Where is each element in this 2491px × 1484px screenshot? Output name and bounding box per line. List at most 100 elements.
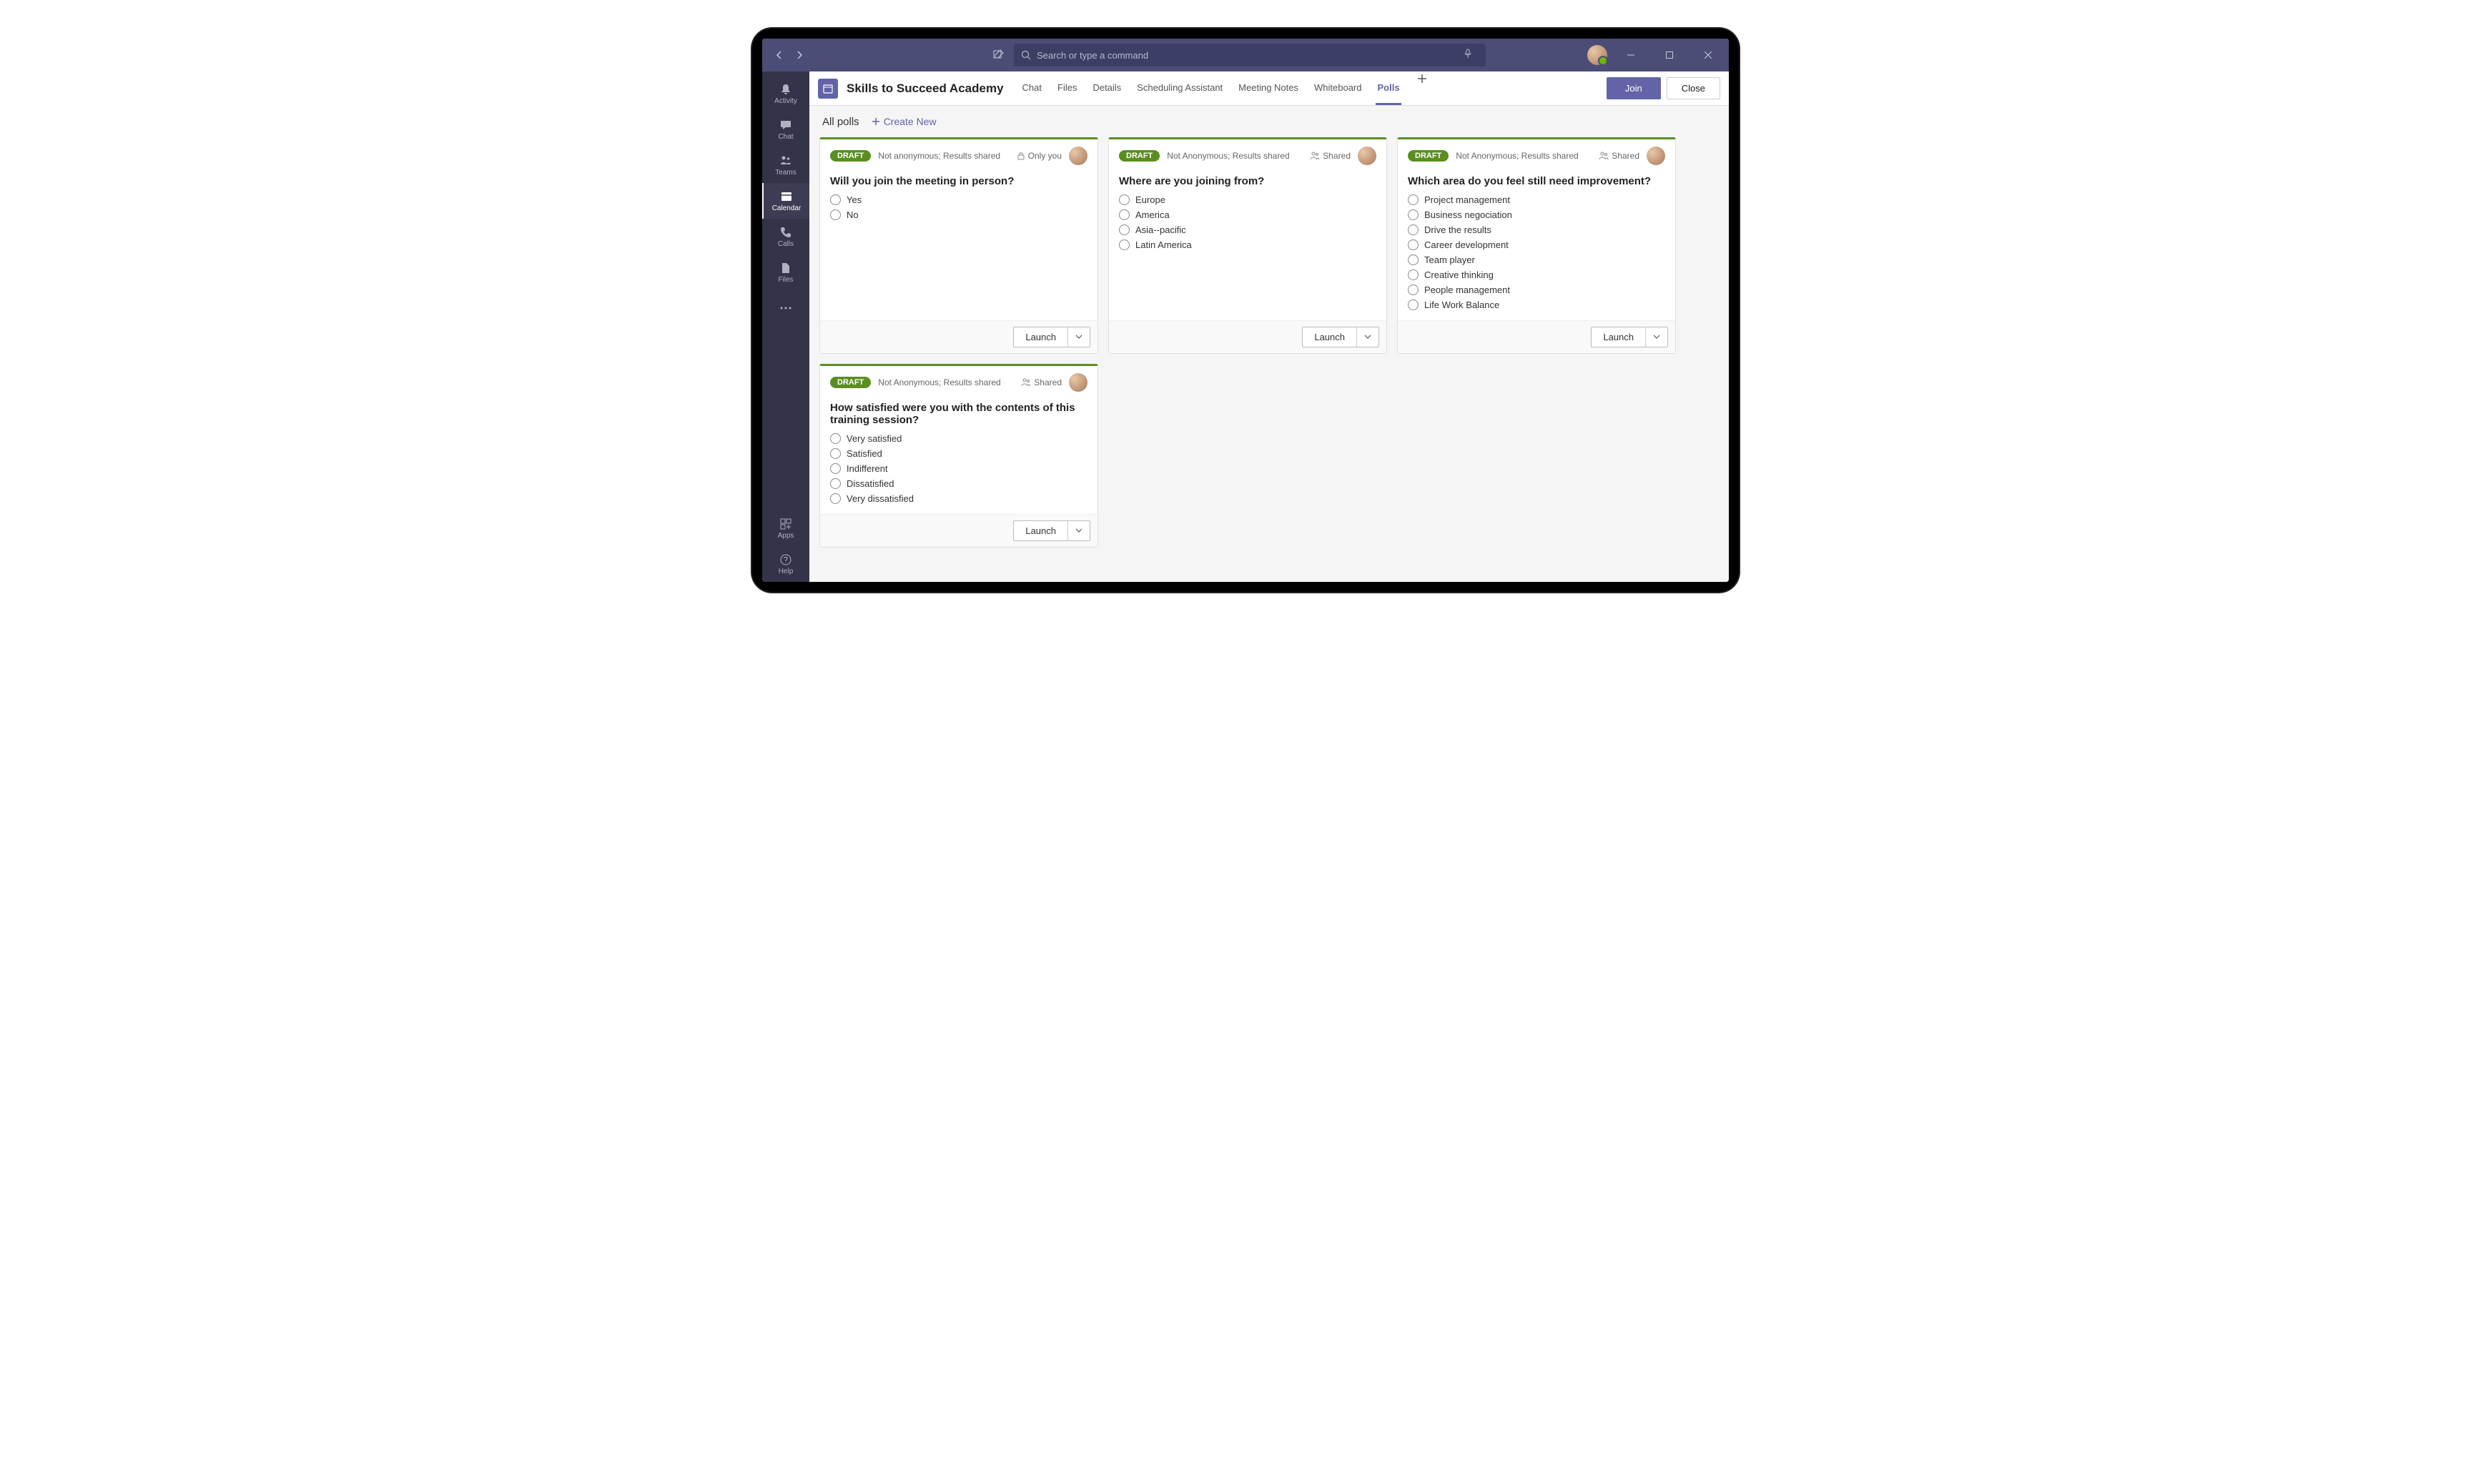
share-info: Shared [1021,377,1062,387]
poll-option[interactable]: America [1119,209,1376,220]
poll-option[interactable]: Career development [1408,239,1665,250]
tab-chat[interactable]: Chat [1021,72,1043,105]
tab-files[interactable]: Files [1056,72,1078,105]
option-label: No [847,209,859,220]
poll-option[interactable]: Drive the results [1408,224,1665,235]
bell-icon [779,83,792,96]
poll-option[interactable]: People management [1408,285,1665,295]
search-input[interactable]: Search or type a command [1014,44,1486,66]
poll-option[interactable]: Very dissatisfied [830,493,1087,504]
radio-icon [830,194,841,205]
radio-icon [1119,239,1130,250]
chat-icon [779,119,792,132]
poll-option[interactable]: Satisfied [830,448,1087,459]
back-button[interactable] [771,46,788,64]
poll-option[interactable]: Europe [1119,194,1376,205]
option-label: Latin America [1135,239,1192,250]
poll-option[interactable]: Asia--pacific [1119,224,1376,235]
tab-details[interactable]: Details [1091,72,1123,105]
rail-label: Files [778,276,793,284]
rail-label: Calendar [772,204,801,212]
option-label: America [1135,209,1170,220]
poll-option[interactable]: Creative thinking [1408,269,1665,280]
rail-item-calendar[interactable]: Calendar [762,183,809,219]
tab-notes[interactable]: Meeting Notes [1237,72,1300,105]
launch-button[interactable]: Launch [1302,327,1379,347]
radio-icon [1119,224,1130,235]
launch-button[interactable]: Launch [1591,327,1668,347]
option-label: Business negociation [1424,209,1512,220]
share-info: Shared [1599,151,1639,161]
search-icon [1021,50,1031,60]
close-button[interactable]: Close [1667,77,1720,99]
chevron-down-icon [1075,333,1082,340]
poll-option[interactable]: Very satisfied [830,433,1087,444]
launch-label: Launch [1592,327,1645,347]
tab-scheduling[interactable]: Scheduling Assistant [1135,72,1224,105]
status-badge: DRAFT [830,150,871,162]
screen: Search or type a command Activity [762,39,1729,582]
help-icon [779,553,792,566]
poll-option[interactable]: No [830,209,1087,220]
tab-whiteboard[interactable]: Whiteboard [1313,72,1363,105]
rail-label: Help [779,568,794,575]
launch-dropdown[interactable] [1356,327,1378,347]
create-new-label: Create New [884,116,937,127]
launch-button[interactable]: Launch [1013,327,1090,347]
poll-card: DRAFT Not anonymous; Results shared Only… [819,137,1098,354]
launch-label: Launch [1303,327,1356,347]
launch-dropdown[interactable] [1645,327,1667,347]
user-avatar[interactable] [1587,45,1607,65]
radio-icon [1408,254,1419,265]
radio-icon [1408,239,1419,250]
poll-option[interactable]: Business negociation [1408,209,1665,220]
radio-icon [1119,194,1130,205]
status-badge: DRAFT [1408,150,1449,162]
share-info: Shared [1310,151,1351,161]
poll-option[interactable]: Dissatisfied [830,478,1087,489]
poll-option[interactable]: Team player [1408,254,1665,265]
author-avatar [1358,147,1376,165]
compose-button[interactable] [988,45,1008,65]
launch-dropdown[interactable] [1067,521,1090,540]
people-icon [1310,152,1320,160]
poll-option[interactable]: Indifferent [830,463,1087,474]
people-icon [1021,378,1031,387]
mic-button[interactable] [1463,49,1479,62]
launch-dropdown[interactable] [1067,327,1090,347]
add-tab-button[interactable] [1414,72,1430,105]
poll-option[interactable]: Life Work Balance [1408,300,1665,310]
rail-item-chat[interactable]: Chat [762,112,809,147]
chevron-left-icon [775,51,784,59]
maximize-button[interactable] [1654,45,1684,65]
launch-button[interactable]: Launch [1013,520,1090,541]
calendar-icon [780,190,793,203]
titlebar: Search or type a command [762,39,1729,71]
rail-item-teams[interactable]: Teams [762,147,809,183]
tab-polls[interactable]: Polls [1376,72,1401,105]
rail-item-calls[interactable]: Calls [762,219,809,254]
rail-item-files[interactable]: Files [762,254,809,290]
rail-item-apps[interactable]: Apps [762,510,809,546]
rail-item-help[interactable]: Help [762,546,809,582]
rail-item-more[interactable] [762,290,809,326]
create-new-button[interactable]: Create New [871,116,937,127]
minimize-button[interactable] [1616,45,1646,65]
body: Activity Chat Teams Calendar Calls Files [762,71,1729,582]
poll-option[interactable]: Latin America [1119,239,1376,250]
poll-options: Europe America Asia--pacific Latin America [1109,194,1386,260]
close-icon [1705,51,1712,59]
plus-icon [1417,74,1427,84]
radio-icon [830,448,841,459]
plus-icon [871,117,881,127]
author-avatar [1069,147,1087,165]
forward-button[interactable] [791,46,808,64]
poll-meta: Not Anonymous; Results shared [1167,151,1303,161]
option-label: Asia--pacific [1135,224,1186,235]
close-window-button[interactable] [1693,45,1723,65]
rail-item-activity[interactable]: Activity [762,76,809,112]
poll-option[interactable]: Yes [830,194,1087,205]
option-label: Very dissatisfied [847,493,914,504]
poll-option[interactable]: Project management [1408,194,1665,205]
join-button[interactable]: Join [1607,77,1661,99]
